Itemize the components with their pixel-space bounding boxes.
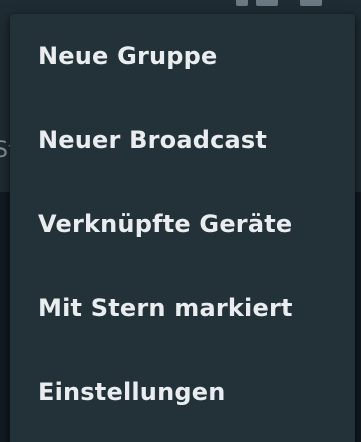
menu-item-label: Neue Gruppe xyxy=(38,42,218,70)
menu-item-settings[interactable]: Einstellungen xyxy=(10,350,355,434)
status-bar-icon xyxy=(300,0,322,6)
menu-item-label: Verknüpfte Geräte xyxy=(38,210,293,238)
menu-item-new-group[interactable]: Neue Gruppe xyxy=(10,14,355,98)
screen: St Neue Gruppe Neuer Broadcast Verknüpft… xyxy=(0,0,361,442)
menu-item-label: Neuer Broadcast xyxy=(38,126,268,154)
menu-item-label: Einstellungen xyxy=(38,378,226,406)
status-bar-icon xyxy=(256,0,278,6)
overflow-menu: Neue Gruppe Neuer Broadcast Verknüpfte G… xyxy=(10,14,355,442)
menu-item-new-broadcast[interactable]: Neuer Broadcast xyxy=(10,98,355,182)
menu-item-starred-messages[interactable]: Mit Stern markiert xyxy=(10,266,355,350)
status-bar-icon xyxy=(236,0,248,6)
menu-item-label: Mit Stern markiert xyxy=(38,294,293,322)
menu-item-linked-devices[interactable]: Verknüpfte Geräte xyxy=(10,182,355,266)
